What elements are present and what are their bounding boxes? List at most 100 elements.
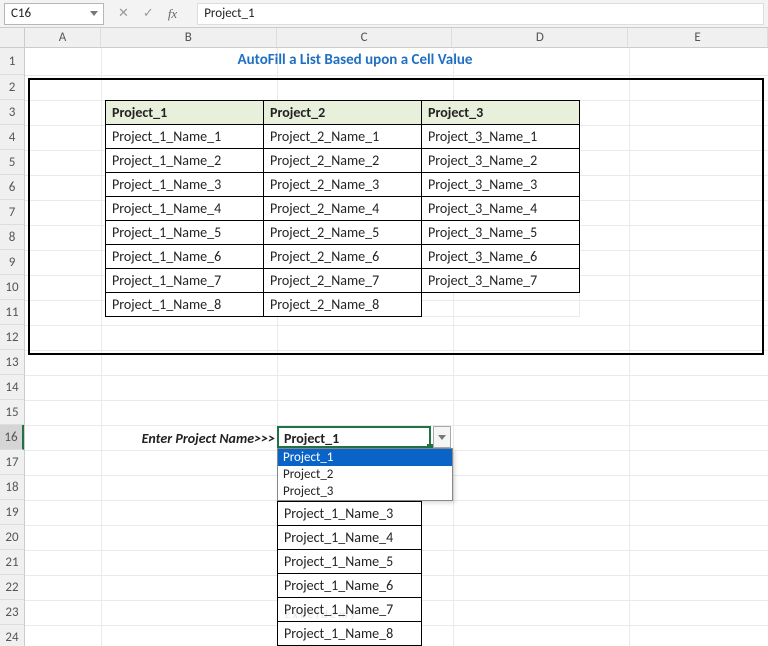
- column-header-e[interactable]: E: [628, 28, 768, 47]
- table-cell[interactable]: Project_2_Name_1: [264, 125, 422, 149]
- spreadsheet: ABCDE 1234567891011121314151617181920212…: [0, 28, 768, 646]
- table-cell[interactable]: Project_1_Name_4: [106, 197, 264, 221]
- table-header[interactable]: Project_1: [106, 101, 264, 125]
- table-row: Project_1_Name_1Project_2_Name_1Project_…: [106, 125, 580, 149]
- row-header-7[interactable]: 7: [0, 200, 24, 225]
- projects-table: Project_1Project_2Project_3Project_1_Nam…: [105, 100, 580, 317]
- result-cell[interactable]: Project_1_Name_8: [278, 622, 422, 646]
- table-cell[interactable]: Project_2_Name_7: [264, 269, 422, 293]
- list-item: Project_1_Name_8: [278, 622, 422, 646]
- name-box-dropdown-icon[interactable]: [87, 7, 101, 21]
- table-row: Project_1_Name_2Project_2_Name_2Project_…: [106, 149, 580, 173]
- fx-icon[interactable]: fx: [168, 6, 177, 22]
- table-cell[interactable]: Project_1_Name_2: [106, 149, 264, 173]
- column-header-d[interactable]: D: [452, 28, 628, 47]
- row-header-6[interactable]: 6: [0, 175, 24, 200]
- table-cell[interactable]: Project_2_Name_5: [264, 221, 422, 245]
- table-cell[interactable]: Project_1_Name_3: [106, 173, 264, 197]
- column-header-b[interactable]: B: [101, 28, 277, 47]
- row-header-9[interactable]: 9: [0, 250, 24, 275]
- row-headers: 123456789101112131415161718192021222324: [0, 48, 25, 646]
- chevron-down-icon: [438, 435, 446, 440]
- table-cell[interactable]: Project_1_Name_5: [106, 221, 264, 245]
- table-header[interactable]: Project_3: [422, 101, 580, 125]
- table-cell[interactable]: Project_2_Name_3: [264, 173, 422, 197]
- row-header-14[interactable]: 14: [0, 375, 24, 400]
- row-header-22[interactable]: 22: [0, 575, 24, 600]
- table-row: Project_1_Name_6Project_2_Name_6Project_…: [106, 245, 580, 269]
- list-item: Project_1_Name_5: [278, 550, 422, 574]
- table-cell[interactable]: Project_2_Name_4: [264, 197, 422, 221]
- table-cell[interactable]: Project_1_Name_8: [106, 293, 264, 317]
- grid-area[interactable]: AutoFill a List Based upon a Cell Value …: [25, 48, 768, 646]
- table-row: Project_1_Name_3Project_2_Name_3Project_…: [106, 173, 580, 197]
- formula-input[interactable]: Project_1: [197, 3, 764, 25]
- row-header-8[interactable]: 8: [0, 225, 24, 250]
- result-cell[interactable]: Project_1_Name_4: [278, 526, 422, 550]
- result-list-table: Project_1_Name_3Project_1_Name_4Project_…: [277, 501, 422, 646]
- table-cell[interactable]: Project_3_Name_4: [422, 197, 580, 221]
- row-header-12[interactable]: 12: [0, 325, 24, 350]
- cancel-icon[interactable]: ✕: [118, 6, 129, 21]
- data-validation-cell[interactable]: Project_1: [277, 426, 431, 448]
- dropdown-button[interactable]: [433, 426, 451, 448]
- table-cell[interactable]: Project_3_Name_1: [422, 125, 580, 149]
- table-cell[interactable]: Project_2_Name_8: [264, 293, 422, 317]
- row-header-20[interactable]: 20: [0, 525, 24, 550]
- prompt-label: Enter Project Name>>>: [105, 430, 275, 447]
- formula-text: Project_1: [204, 6, 254, 21]
- result-cell[interactable]: Project_1_Name_3: [278, 502, 422, 526]
- select-all-corner[interactable]: [0, 28, 25, 48]
- table-cell[interactable]: Project_2_Name_6: [264, 245, 422, 269]
- dropdown-list[interactable]: Project_1Project_2Project_3: [277, 448, 453, 501]
- formula-bar: C16 ✕ ✓ fx Project_1: [0, 0, 768, 28]
- table-cell[interactable]: Project_3_Name_5: [422, 221, 580, 245]
- column-headers: ABCDE: [25, 28, 768, 48]
- table-cell[interactable]: Project_3_Name_3: [422, 173, 580, 197]
- list-item: Project_1_Name_3: [278, 502, 422, 526]
- dropdown-option[interactable]: Project_1: [278, 449, 452, 466]
- row-header-10[interactable]: 10: [0, 275, 24, 300]
- result-cell[interactable]: Project_1_Name_7: [278, 598, 422, 622]
- table-header[interactable]: Project_2: [264, 101, 422, 125]
- table-cell[interactable]: Project_3_Name_2: [422, 149, 580, 173]
- name-box[interactable]: C16: [4, 3, 104, 25]
- row-header-4[interactable]: 4: [0, 125, 24, 150]
- table-row: Project_1_Name_8Project_2_Name_8: [106, 293, 580, 317]
- table-cell[interactable]: Project_1_Name_7: [106, 269, 264, 293]
- table-cell[interactable]: Project_1_Name_6: [106, 245, 264, 269]
- row-header-11[interactable]: 11: [0, 300, 24, 325]
- table-cell[interactable]: Project_1_Name_1: [106, 125, 264, 149]
- dropdown-option[interactable]: Project_3: [278, 483, 452, 500]
- row-header-5[interactable]: 5: [0, 150, 24, 175]
- row-header-18[interactable]: 18: [0, 475, 24, 500]
- row-header-24[interactable]: 24: [0, 625, 24, 646]
- row-header-13[interactable]: 13: [0, 350, 24, 375]
- table-cell[interactable]: Project_2_Name_2: [264, 149, 422, 173]
- result-cell[interactable]: Project_1_Name_6: [278, 574, 422, 598]
- row-header-3[interactable]: 3: [0, 100, 24, 125]
- column-header-a[interactable]: A: [25, 28, 101, 47]
- column-header-c[interactable]: C: [277, 28, 453, 47]
- table-cell[interactable]: Project_3_Name_6: [422, 245, 580, 269]
- table-cell[interactable]: [422, 293, 580, 317]
- row-header-2[interactable]: 2: [0, 75, 24, 100]
- list-item: Project_1_Name_6: [278, 574, 422, 598]
- dv-cell-value: Project_1: [284, 430, 339, 447]
- row-header-17[interactable]: 17: [0, 450, 24, 475]
- row-header-19[interactable]: 19: [0, 500, 24, 525]
- list-item: Project_1_Name_4: [278, 526, 422, 550]
- table-row: Project_1_Name_7Project_2_Name_7Project_…: [106, 269, 580, 293]
- list-item: Project_1_Name_7: [278, 598, 422, 622]
- page-title: AutoFill a List Based upon a Cell Value: [105, 51, 605, 69]
- row-header-16[interactable]: 16: [0, 425, 24, 450]
- row-header-15[interactable]: 15: [0, 400, 24, 425]
- enter-icon[interactable]: ✓: [143, 6, 154, 21]
- table-row: Project_1_Name_4Project_2_Name_4Project_…: [106, 197, 580, 221]
- row-header-1[interactable]: 1: [0, 48, 24, 75]
- row-header-23[interactable]: 23: [0, 600, 24, 625]
- dropdown-option[interactable]: Project_2: [278, 466, 452, 483]
- row-header-21[interactable]: 21: [0, 550, 24, 575]
- table-cell[interactable]: Project_3_Name_7: [422, 269, 580, 293]
- result-cell[interactable]: Project_1_Name_5: [278, 550, 422, 574]
